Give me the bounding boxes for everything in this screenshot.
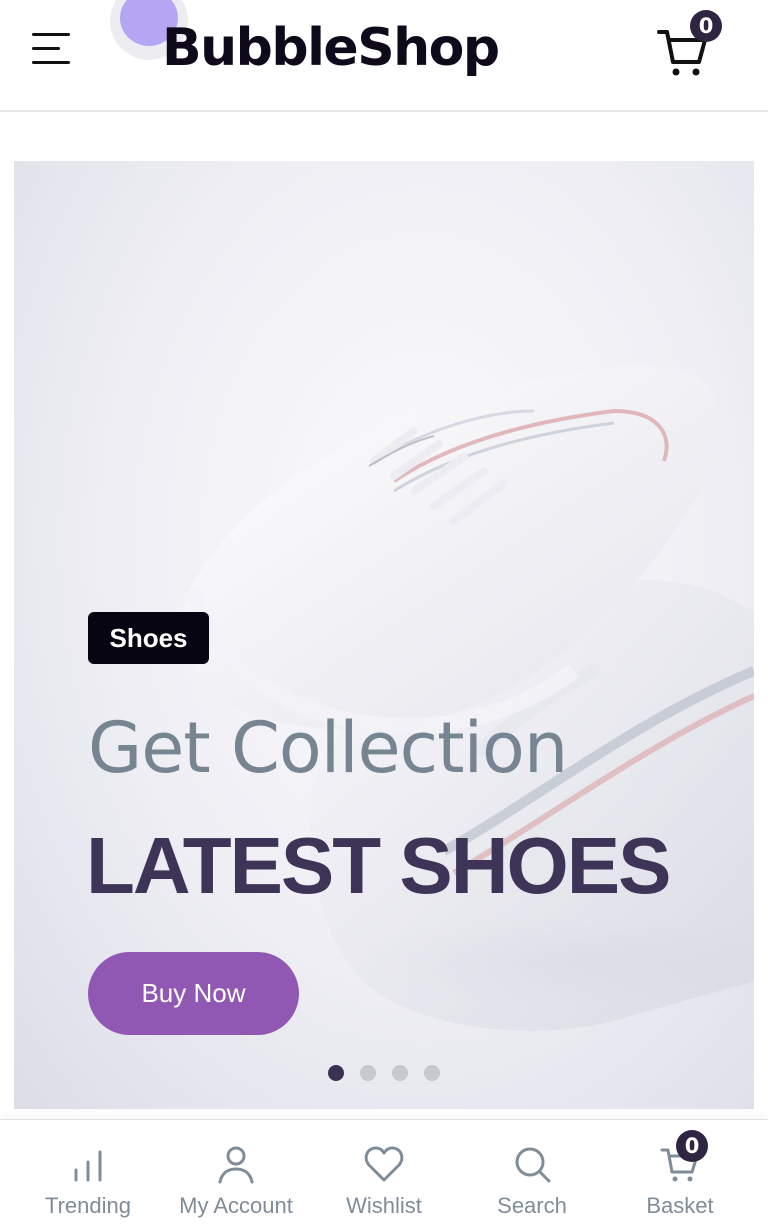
nav-item-trending[interactable]: Trending — [14, 1120, 162, 1232]
nav-label-basket: Basket — [646, 1193, 714, 1218]
category-tag[interactable]: Shoes — [88, 612, 209, 664]
logo-text: BubbleShop — [162, 18, 500, 78]
nav-item-search[interactable]: Search — [458, 1120, 606, 1232]
nav-item-basket[interactable]: 0 Basket — [606, 1120, 754, 1232]
nav-label-my-account: My Account — [179, 1193, 293, 1218]
cart-count-badge: 0 — [690, 10, 722, 42]
site-header: BubbleShop 0 — [0, 0, 768, 112]
carousel-dot-3[interactable] — [392, 1065, 408, 1081]
user-icon — [218, 1146, 254, 1184]
carousel-dot-2[interactable] — [360, 1065, 376, 1081]
nav-label-search: Search — [497, 1193, 567, 1218]
carousel-dot-1[interactable] — [328, 1065, 344, 1081]
nav-label-wishlist: Wishlist — [346, 1193, 422, 1218]
hero-subtitle: Get Collection — [88, 707, 568, 789]
header-cart-button[interactable]: 0 — [655, 10, 725, 80]
nav-label-trending: Trending — [44, 1193, 131, 1218]
carousel-dot-4[interactable] — [424, 1065, 440, 1081]
nav-item-my-account[interactable]: My Account — [162, 1120, 310, 1232]
hero-title: LATEST SHOES — [86, 821, 671, 910]
hamburger-menu-icon[interactable] — [32, 33, 70, 65]
bar-chart-icon — [74, 1150, 102, 1182]
basket-count-badge: 0 — [676, 1130, 708, 1162]
bottom-navigation: Trending My Account Wishlist Search 0 Ba… — [0, 1119, 768, 1231]
logo[interactable]: BubbleShop — [108, 0, 528, 100]
search-icon — [515, 1147, 551, 1183]
heart-icon — [364, 1146, 404, 1182]
buy-now-button[interactable]: Buy Now — [88, 952, 299, 1035]
nav-item-wishlist[interactable]: Wishlist — [310, 1120, 458, 1232]
hero-banner: Shoes Get Collection LATEST SHOES Buy No… — [14, 161, 754, 1109]
